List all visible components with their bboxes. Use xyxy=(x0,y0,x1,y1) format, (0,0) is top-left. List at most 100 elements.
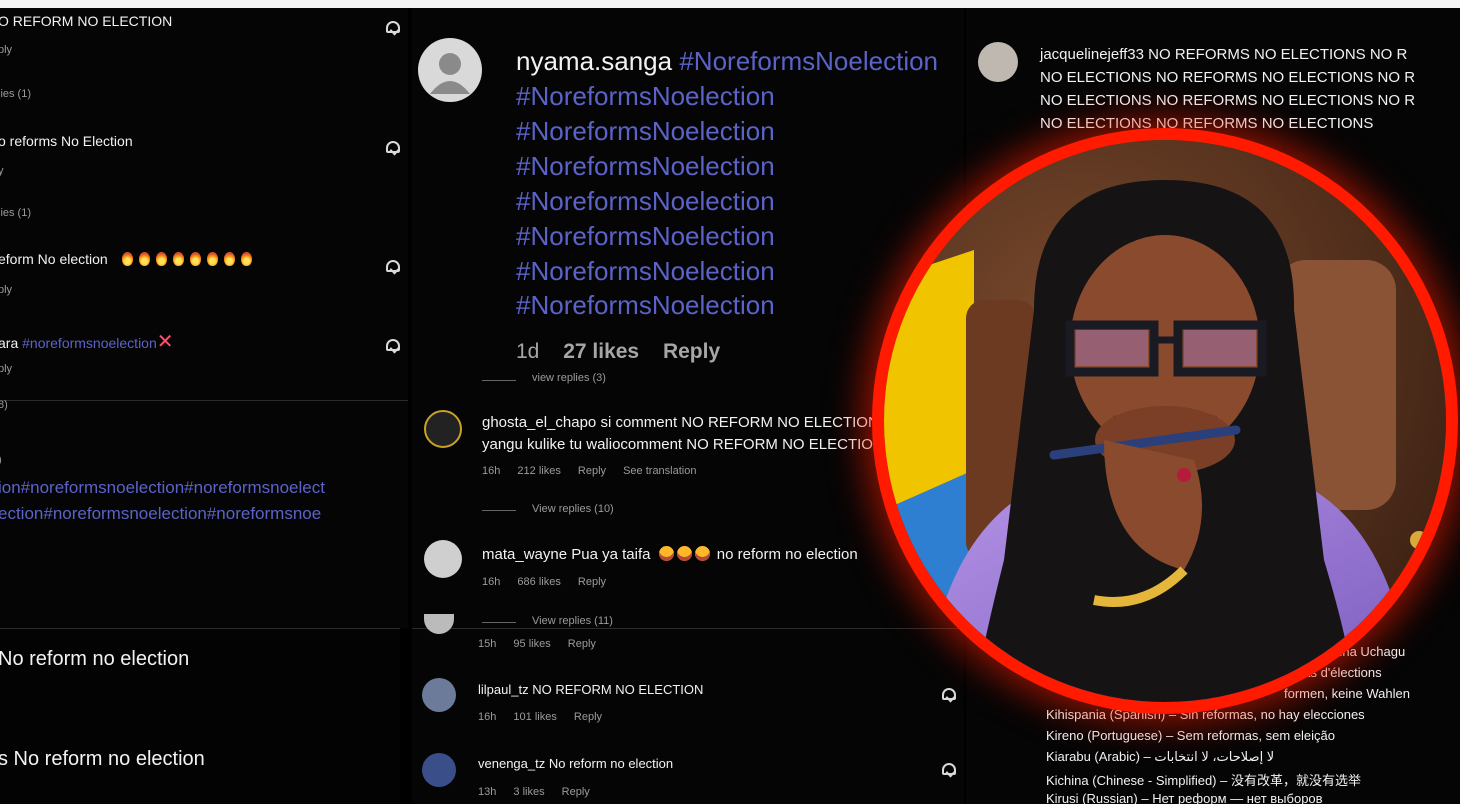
comment-text: NO ELECTIONS NO REFORMS NO ELECTIONS NO … xyxy=(1040,92,1416,109)
view-replies-link[interactable]: View replies (11) xyxy=(532,615,613,627)
comment-age: 13h xyxy=(478,786,497,798)
comment-meta-row: 16h 686 likes Reply xyxy=(482,576,606,588)
divider xyxy=(482,510,516,511)
left-bottom-panel: No reform no election s No reform no ele… xyxy=(0,628,400,804)
default-user-icon xyxy=(430,53,470,94)
comment-text: NO ELECTIONS NO REFORMS NO ELECTIONS NO … xyxy=(1040,69,1416,86)
view-replies-link[interactable]: View replies (10) xyxy=(532,503,614,515)
avatar[interactable] xyxy=(424,540,462,578)
comment-meta-row: 13h 3 likes Reply xyxy=(478,786,590,798)
reply-link[interactable]: Reply xyxy=(568,638,596,650)
hashtag-line[interactable]: #NoreformsNoelection xyxy=(516,116,775,147)
reply-link[interactable]: Reply xyxy=(574,711,602,723)
likes-count[interactable]: 212 likes xyxy=(517,465,560,477)
comment-age: 1d xyxy=(516,340,540,363)
heart-icon[interactable] xyxy=(386,260,400,272)
divider xyxy=(482,380,516,381)
translation-line: Kirusi (Russian) – Нет реформ — нет выбо… xyxy=(1046,791,1323,804)
hashtag-line[interactable]: #NoreformsNoelection xyxy=(516,81,775,112)
hashtag-line[interactable]: #NoreformsNoelection xyxy=(516,151,775,182)
divider xyxy=(482,622,516,623)
view-replies-link[interactable]: lies (1) xyxy=(0,207,31,219)
comment-text: eform No election xyxy=(0,251,258,267)
likes-count[interactable]: 3 likes xyxy=(513,786,544,798)
username-link[interactable]: mata_wayne xyxy=(482,546,567,563)
username-link[interactable]: nyama.sanga xyxy=(516,46,672,76)
avatar[interactable] xyxy=(422,753,456,787)
hashtag-line[interactable]: #NoreformsNoelection xyxy=(516,290,775,321)
portrait-ring xyxy=(872,128,1458,714)
comment-text: s No reform no election xyxy=(0,748,205,770)
comment-words: ara xyxy=(0,335,23,351)
avatar[interactable] xyxy=(424,410,462,448)
portrait-photo xyxy=(884,140,1446,702)
partial-text: ) xyxy=(0,454,2,466)
view-replies-link[interactable]: 8) xyxy=(0,399,8,411)
username-link[interactable]: ghosta_el_chapo xyxy=(482,414,596,431)
likes-count[interactable]: 686 likes xyxy=(517,576,560,588)
hashtag-line[interactable]: #NoreformsNoelection xyxy=(516,256,775,287)
comment-meta-row: 16h 212 likes Reply See translation xyxy=(482,465,696,477)
comment-age: 16h xyxy=(482,465,501,477)
reply-link[interactable]: ply xyxy=(0,284,12,296)
likes-count[interactable]: 27 likes xyxy=(563,340,639,363)
top-border xyxy=(0,0,1460,8)
comment-text: mata_wayne Pua ya taifa no reform no ele… xyxy=(482,546,858,563)
reply-link[interactable]: Reply xyxy=(578,576,606,588)
reply-link[interactable]: Reply xyxy=(663,340,720,363)
translation-line: Kichina (Chinese - Simplified) – 没有改革，就没… xyxy=(1046,773,1361,788)
comment-meta-row: 16h 101 likes Reply xyxy=(478,711,602,723)
comment-text: ara #noreformsnoelection✕ xyxy=(0,329,174,354)
comment-words: NO REFORM NO ELECTION xyxy=(532,682,704,697)
reply-link[interactable]: Reply xyxy=(578,465,606,477)
translation-line: formen, keine Wahlen xyxy=(1284,686,1410,701)
divider xyxy=(0,628,400,629)
heart-icon[interactable] xyxy=(386,21,400,33)
comment-header: nyama.sanga #NoreformsNoelection xyxy=(516,46,938,77)
hashtag-link[interactable]: #NoreformsNoelection xyxy=(679,46,938,76)
avatar[interactable] xyxy=(978,42,1018,82)
heart-icon[interactable] xyxy=(942,763,956,775)
reply-link[interactable]: ply xyxy=(0,44,12,56)
view-replies-link[interactable]: view replies (3) xyxy=(532,372,606,384)
divider xyxy=(412,628,964,629)
likes-count[interactable]: 95 likes xyxy=(513,638,550,650)
comment-text: o reforms No Election xyxy=(0,133,133,149)
cross-mark-icon: ✕ xyxy=(156,331,174,353)
username-link[interactable]: lilpaul_tz xyxy=(478,682,529,697)
left-comments-panel: O REFORM NO ELECTION ply lies (1) o refo… xyxy=(0,8,408,628)
hashtag-line[interactable]: ion#noreformsnoelection#noreformsnoelect xyxy=(0,478,325,498)
avatar[interactable] xyxy=(424,614,454,634)
username-link[interactable]: venenga_tz xyxy=(478,756,545,771)
comment-text: No reform no election xyxy=(0,648,190,670)
comment-meta-row: 1d 27 likes Reply xyxy=(516,340,720,364)
hashtag-line[interactable]: #NoreformsNoelection xyxy=(516,221,775,252)
translation-line: Kireno (Portuguese) – Sem reformas, sem … xyxy=(1046,728,1336,743)
comment-text: NO ELECTIONS NO REFORMS NO ELECTIONS xyxy=(1040,115,1374,132)
heart-icon[interactable] xyxy=(942,688,956,700)
avatar[interactable] xyxy=(422,678,456,712)
reply-link[interactable]: ply xyxy=(0,363,12,375)
hashtag-line[interactable]: #NoreformsNoelection xyxy=(516,186,775,217)
see-translation-link[interactable]: See translation xyxy=(623,465,696,477)
comment-words: No reform no election xyxy=(548,756,674,771)
avatar[interactable] xyxy=(418,38,482,102)
view-replies-link[interactable]: lies (1) xyxy=(0,88,31,100)
comment-age: 15h xyxy=(478,638,497,650)
comment-text: yangu kulike tu waliocomment NO REFORM N… xyxy=(482,436,873,453)
divider xyxy=(0,400,408,401)
translation-line: Kiarabu (Arabic) – لا إصلاحات، لا انتخاب… xyxy=(1046,749,1275,764)
username-link[interactable]: jacquelinejeff33 xyxy=(1040,46,1144,63)
hashtag-link[interactable]: #noreformsnoelection xyxy=(22,335,157,351)
hashtag-line[interactable]: ection#noreformsnoelection#noreformsnoe xyxy=(0,504,321,524)
fire-emoji-row xyxy=(121,251,258,267)
likes-count[interactable]: 101 likes xyxy=(513,711,556,723)
woman-portrait-image xyxy=(884,140,1446,702)
comment-text: lilpaul_tz NO REFORM NO ELECTION xyxy=(478,682,703,697)
heart-icon[interactable] xyxy=(386,339,400,351)
reply-link[interactable]: Reply xyxy=(562,786,590,798)
comment-words: NO REFORMS NO ELECTIONS NO R xyxy=(1148,46,1408,63)
reply-link[interactable]: y xyxy=(0,165,4,177)
heart-icon[interactable] xyxy=(386,141,400,153)
comment-meta-row: 15h 95 likes Reply xyxy=(478,638,596,650)
